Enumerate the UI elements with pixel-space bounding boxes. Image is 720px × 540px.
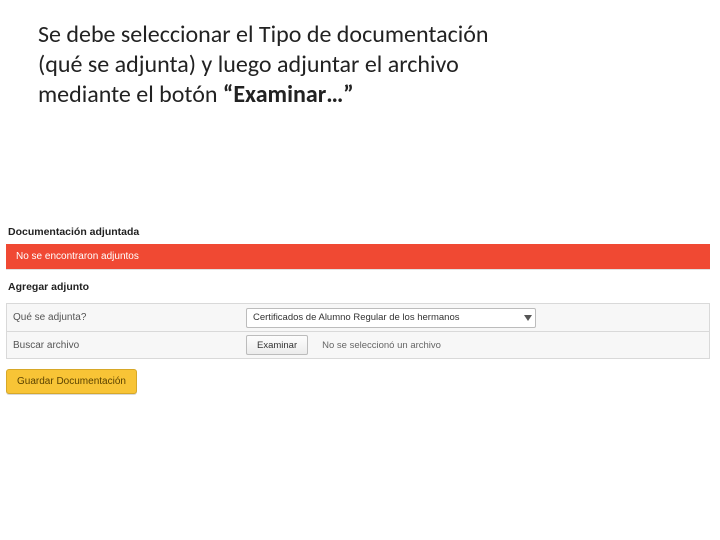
attached-docs-title: Documentación adjuntada — [6, 220, 710, 244]
attachment-type-select[interactable]: Certificados de Alumno Regular de los he… — [246, 308, 536, 328]
instruction-line3-bold: “Examinar…” — [223, 80, 354, 109]
attachment-type-select-wrap: Certificados de Alumno Regular de los he… — [246, 307, 536, 328]
attachment-type-selected-text: Certificados de Alumno Regular de los he… — [253, 312, 459, 323]
instruction-text: Se debe seleccionar el Tipo de documenta… — [38, 20, 640, 110]
attachment-type-label: Qué se adjunta? — [13, 312, 238, 323]
add-attachment-title: Agregar adjunto — [6, 275, 710, 299]
no-attachments-text: No se encontraron adjuntos — [16, 251, 139, 262]
instruction-line3-prefix: mediante el botón — [38, 80, 223, 109]
instruction-line2: (qué se adjunta) y luego adjuntar el arc… — [38, 50, 459, 79]
instruction-line1: Se debe seleccionar el Tipo de documenta… — [38, 20, 489, 49]
row-file: Buscar archivo Examinar No se seleccionó… — [6, 331, 710, 359]
file-label: Buscar archivo — [13, 340, 238, 351]
browse-button[interactable]: Examinar — [246, 335, 308, 355]
documentation-panel: Documentación adjuntada No se encontraro… — [6, 220, 710, 394]
save-documentation-button[interactable]: Guardar Documentación — [6, 369, 137, 394]
row-attachment-type: Qué se adjunta? Certificados de Alumno R… — [6, 303, 710, 332]
no-attachments-alert: No se encontraron adjuntos — [6, 244, 710, 269]
file-status-text: No se seleccionó un archivo — [322, 340, 441, 351]
